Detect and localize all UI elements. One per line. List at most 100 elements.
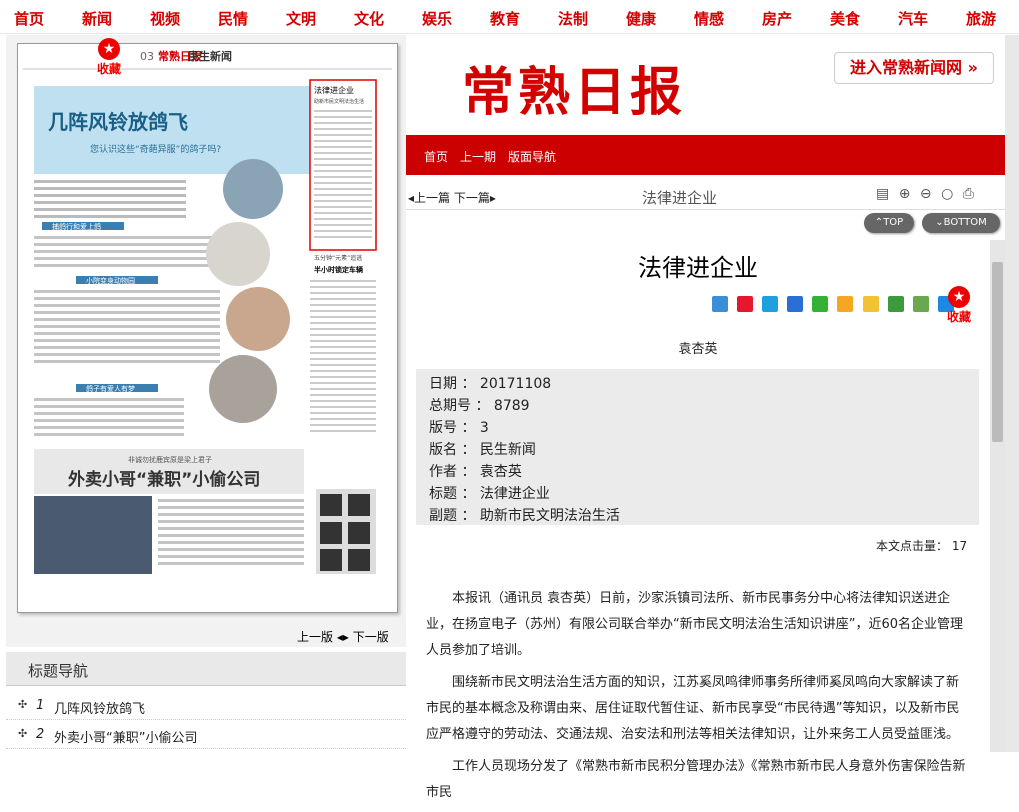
- share-bar: [712, 296, 958, 316]
- nav-item[interactable]: 民情: [218, 8, 248, 29]
- title-nav-link[interactable]: 外卖小哥“兼职”小偷公司: [54, 727, 197, 746]
- next-page-link[interactable]: 下一版: [353, 630, 389, 644]
- arrows-icon: ◂▸: [336, 630, 349, 644]
- chevron-down-icon: ⌄: [935, 217, 944, 228]
- title-nav-num: 2: [36, 727, 45, 742]
- issue-nav-bar: 首页 上一期 版面导航: [406, 135, 1005, 175]
- toolbar-icons: ▤ ⊕ ⊖ ○ ⎙: [876, 186, 979, 202]
- meta-row: 版名 ： 民生新闻: [429, 442, 536, 458]
- meta-row: 副题 ： 助新市民文明法治生活: [429, 508, 620, 524]
- paper-subhead-c: 鸽子有爱人有梦: [86, 384, 135, 393]
- paper-box-sub: 助新市民文明法治生活: [314, 98, 364, 105]
- article-author: 袁杏英: [678, 342, 718, 357]
- wechat-icon[interactable]: [812, 296, 829, 312]
- arrow-right-icon: ▸: [489, 191, 496, 205]
- meta-value: 助新市民文明法治生活: [479, 508, 620, 524]
- meta-row: 日期 ： 20171108: [429, 376, 552, 392]
- enter-news-site-button[interactable]: 进入常熟新闻网 »: [834, 52, 994, 84]
- scroll-top-button[interactable]: ⌃TOP: [864, 213, 914, 233]
- nav-item[interactable]: 娱乐: [422, 8, 452, 29]
- meta-label: 副题: [429, 508, 457, 524]
- nav-item[interactable]: 房产: [762, 8, 792, 29]
- copy-icon[interactable]: ▤: [876, 186, 889, 202]
- meta-label: 作者: [429, 464, 457, 480]
- favorite-button-right[interactable]: ★ 收藏: [945, 286, 973, 325]
- article-prev-next: ◂上一篇 下一篇▸: [408, 189, 496, 206]
- title-nav-item[interactable]: ✣ 2 外卖小哥“兼职”小偷公司: [6, 721, 406, 749]
- nav-item[interactable]: 首页: [14, 8, 44, 29]
- window-edge: [1005, 35, 1019, 752]
- nav-item[interactable]: 视频: [150, 8, 180, 29]
- article-body: 本报讯（通讯员 袁杏英）日前，沙家浜镇司法所、新市民事务分中心将法律知识送进企业…: [426, 586, 971, 812]
- paper-headline-1: 几阵风铃放鸽飞: [48, 110, 188, 134]
- nav-item[interactable]: 文明: [286, 8, 316, 29]
- nav-item[interactable]: 新闻: [82, 8, 112, 29]
- bottom-label: BOTTOM: [943, 217, 987, 228]
- meta-value: 20171108: [479, 376, 552, 392]
- newspaper-page-image: 03 常熟日报 民生新闻 几阵风铃放鸽飞 您认识这些“奇葩异服”的鸽子吗? 捕鸽…: [18, 44, 397, 612]
- kaixin-icon[interactable]: [912, 296, 929, 312]
- nav-item[interactable]: 健康: [626, 8, 656, 29]
- meta-row: 总期号 ： 8789: [429, 398, 530, 414]
- meta-value: 法律进企业: [479, 486, 550, 502]
- nav-item[interactable]: 美食: [830, 8, 860, 29]
- issue-nav-prev-issue[interactable]: 上一期: [460, 148, 496, 165]
- next-article-link[interactable]: 下一篇: [454, 191, 490, 205]
- nav-item[interactable]: 汽车: [898, 8, 928, 29]
- article-toolbar: ◂上一篇 下一篇▸ 法律进企业 ▤ ⊕ ⊖ ○ ⎙: [406, 184, 1005, 210]
- douban-icon[interactable]: [837, 296, 854, 312]
- paper-section: 民生新闻: [188, 49, 232, 63]
- meta-label: 版号: [429, 420, 457, 436]
- favorite-button-left[interactable]: ★ 收藏: [92, 38, 126, 78]
- issue-nav-page-nav[interactable]: 版面导航: [508, 148, 556, 165]
- scrollbar-thumb[interactable]: [992, 262, 1003, 442]
- prev-article-link[interactable]: 上一篇: [414, 191, 450, 205]
- nav-item[interactable]: 文化: [354, 8, 384, 29]
- paper-sub-1: 您认识这些“奇葩异服”的鸽子吗?: [90, 143, 221, 155]
- site-logo[interactable]: 常熟日报: [462, 50, 686, 125]
- favorite-label: 收藏: [946, 310, 971, 324]
- issue-nav-home[interactable]: 首页: [424, 148, 448, 165]
- favorite-label: 收藏: [96, 62, 121, 76]
- meta-row: 标题 ： 法律进企业: [429, 486, 550, 502]
- click-count: 本文点击量： 17: [876, 537, 967, 554]
- article-meta-box: 日期 ： 20171108 总期号 ： 8789 版号 ： 3 版名 ： 民生新…: [416, 369, 979, 525]
- nav-item[interactable]: 法制: [558, 8, 588, 29]
- title-nav-num: 1: [36, 698, 45, 713]
- star-icon: ★: [98, 38, 120, 60]
- double-chevron-icon: »: [967, 58, 978, 77]
- paper-subhead-a: 捕鸽行和爱上鸽: [52, 222, 101, 231]
- star-icon: ★: [948, 286, 970, 308]
- zoom-out-icon[interactable]: ⊖: [920, 186, 932, 202]
- qq-space-icon[interactable]: [762, 296, 779, 312]
- meta-label: 总期号: [429, 398, 471, 414]
- weibo-icon[interactable]: [737, 296, 754, 312]
- paper-mid-title: 五分钟“元素”追逃: [314, 254, 362, 262]
- newspaper-page-thumbnail[interactable]: 03 常熟日报 民生新闻 几阵风铃放鸽飞 您认识这些“奇葩异服”的鸽子吗? 捕鸽…: [17, 43, 398, 613]
- renren-icon[interactable]: [787, 296, 804, 312]
- nav-item[interactable]: 情感: [694, 8, 724, 29]
- zoom-reset-icon[interactable]: ○: [941, 186, 953, 202]
- title-nav-heading: 标题导航: [28, 662, 89, 680]
- top-label: TOP: [883, 217, 904, 228]
- paper-kicker-2: 非诚勿扰鹿宾原是梁上君子: [128, 455, 212, 464]
- paper-page-no: 03: [140, 50, 154, 63]
- douban-share-icon[interactable]: [887, 296, 904, 312]
- qq-star-icon[interactable]: [862, 296, 879, 312]
- meta-value: 3: [479, 420, 489, 436]
- nav-item[interactable]: 旅游: [966, 8, 996, 29]
- print-icon[interactable]: ⎙: [963, 186, 974, 202]
- title-nav-item[interactable]: ✣ 1 几阵风铃放鸽飞: [6, 692, 406, 720]
- prev-page-link[interactable]: 上一版: [297, 630, 333, 644]
- article-title: 法律进企业: [638, 254, 758, 282]
- meta-label: 日期: [429, 376, 457, 392]
- scroll-bottom-button[interactable]: ⌄BOTTOM: [922, 213, 1000, 233]
- share-more-icon[interactable]: [712, 296, 728, 312]
- title-nav-link[interactable]: 几阵风铃放鸽飞: [54, 698, 145, 717]
- zoom-in-icon[interactable]: ⊕: [899, 186, 911, 202]
- article-paragraph: 工作人员现场分发了《常熟市新市民积分管理办法》《常熟市新市民人身意外伤害保险告新…: [426, 759, 966, 800]
- meta-row: 作者 ： 袁杏英: [429, 464, 522, 480]
- meta-value: 8789: [493, 398, 530, 414]
- nav-item[interactable]: 教育: [490, 8, 520, 29]
- bullet-icon: ✣: [18, 698, 28, 711]
